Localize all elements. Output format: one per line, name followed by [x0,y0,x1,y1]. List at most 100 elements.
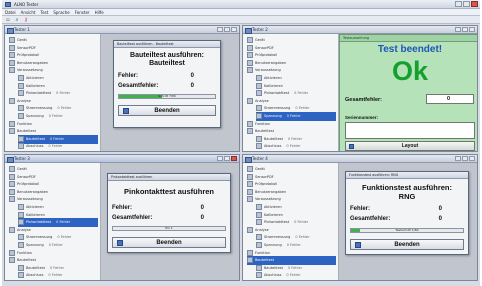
dialog-area: Funktionstest ausführen: RNG Funktionste… [339,163,477,280]
seriennummer-label: Seriennummer: [345,115,379,120]
new-icon[interactable]: ▫ [5,17,11,23]
beenden-button[interactable]: Beenden [112,237,226,248]
tree-item[interactable]: Abschluss 0 Fehler [18,271,63,280]
tree-node-icon [9,59,15,66]
pane-minimize-button[interactable] [217,27,223,32]
menu-item[interactable]: Hilfe [95,9,104,15]
pane-controls [217,27,237,32]
pane-maximize-button[interactable] [224,27,230,32]
pane-minimize-button[interactable] [455,27,461,32]
beenden-button[interactable]: Beenden [350,239,464,250]
test-finished-text: Test beendet! [377,44,443,55]
tree-item-label: SensorPDF [17,45,36,50]
dialog-area: Bauteiltest ausführen - Bauteiltest Baut… [101,34,239,151]
tree-node-icon [256,272,262,279]
result-panel: Testauswertung Test beendet! Ok Gesamtfe… [339,34,477,151]
menu-item[interactable]: Sprache [53,9,69,15]
tree-node-icon [18,143,24,150]
menu-bar: Datei Ansicht Test Sprache Fenster Hilfe [2,9,480,16]
tree-item-label: Voraussetzung [17,68,43,73]
key-icon[interactable]: ⚷ [23,17,29,23]
menu-item[interactable]: Ansicht [21,9,36,15]
menu-item[interactable]: Datei [5,9,16,15]
result-area: Testauswertung Test beendet! Ok Gesamtfe… [339,34,477,151]
tree-item-status: 0 Fehler [286,114,301,118]
tree-node-icon [18,242,24,248]
tree-item-label: Spannung [264,114,282,118]
dialog-area: Pinkontakttest ausführen Pinkontakttest … [101,163,239,280]
seriennummer-input[interactable] [345,122,475,139]
pane-controls [455,27,475,32]
tree-item-label: Abschluss [26,144,44,149]
beenden-button[interactable]: Beenden [118,105,216,116]
tree-node-icon [247,226,253,233]
pane-close-button[interactable] [469,27,475,32]
tree-item-label: Voraussetzung [17,197,43,202]
tree-node-icon [18,113,24,119]
tree-node-icon [256,135,262,142]
tree-item-label: Analyse [17,227,31,232]
tree-node-icon [256,219,262,226]
tree-node-icon [18,211,24,218]
pane-close-button[interactable] [469,156,475,161]
tree-item-label: Gerät [255,167,265,171]
tree-item-label: Benutzerangaben [17,189,49,194]
tree-node-icon [256,143,262,150]
tree-item-label: SensorPDF [255,45,274,50]
tree-item-label: Gerät [17,38,27,42]
menu-item[interactable]: Test [40,9,48,15]
tree-item[interactable]: Abschluss 0 Fehler [18,142,63,151]
tree-item[interactable]: Abschluss 0 Fehler [256,271,301,280]
maximize-button[interactable] [463,1,470,7]
test-dialog: Bauteiltest ausführen - Bauteiltest Baut… [113,40,221,128]
dialog-heading-line-1: Bauteiltest ausführen: [130,52,204,59]
pane-maximize-button[interactable] [462,156,468,161]
tree-node-icon [9,52,15,59]
tree-item-status: 0 Fehler [56,220,71,225]
app-icon [5,2,11,7]
test-dialog: Pinkontakttest ausführen Pinkontakttest … [107,173,231,253]
tree-item[interactable]: Abschluss 0 Fehler [256,142,301,151]
tree-item-label: Prüfprotokoll [17,53,40,58]
pane-title: Tester 4 [243,155,477,163]
gesamtfehler-label: Gesamtfehler: [350,216,391,222]
tree-item-label: Strommessung [26,106,53,111]
pane-minimize-button[interactable] [455,156,461,161]
tree-item-label: Strommessung [26,235,53,240]
tree-node-icon [256,82,262,89]
search-icon[interactable]: ⌕ [14,17,20,23]
tree-node-icon [18,204,24,210]
dialog-heading-line-2: Bauteiltest [149,60,185,67]
tree-item-label: Spannung [264,243,282,247]
dialog-heading: Bauteiltest ausführen: Bauteiltest [114,52,220,68]
close-button[interactable] [471,1,478,7]
tree-item-status: 0 Fehler [294,220,309,225]
tree-node-icon [9,257,15,264]
tree-node-icon [18,135,24,142]
pane-maximize-button[interactable] [462,27,468,32]
pane-maximize-button[interactable] [224,156,230,161]
pane-close-button[interactable] [231,156,237,161]
layout-button[interactable]: Layout [345,141,475,151]
beenden-label: Beenden [154,108,180,114]
tree-item-label: Bauteiltest [17,258,36,263]
tree-node-icon [256,105,262,112]
test-tree: Gerät SensorPDF Prüfprotokoll Benutzerangab… [5,34,101,151]
fehler-label: Fehler: [350,206,371,212]
tree-item-label: Bauteiltest [255,129,274,134]
tree-item-label: Kalibrieren [264,83,283,88]
tree-node-icon [247,181,253,188]
tree-node-icon [256,90,262,97]
tree-item-status: 0 Fehler [48,114,63,118]
tree-item-label: Bauteiltest [255,258,274,263]
tree-node-icon [9,67,15,74]
minimize-button[interactable] [455,1,462,7]
pane-close-button[interactable] [231,27,237,32]
tree-node-icon [18,272,24,279]
tree-node-icon [9,120,15,127]
tree-node-icon [9,128,15,135]
pane-minimize-button[interactable] [217,156,223,161]
tester-pane-2: Tester 2 Gerät SensorPDF Prüfprotokoll Benu… [242,25,478,152]
tree-item-status: 0 Fehler [286,273,301,278]
menu-item[interactable]: Fenster [75,9,90,15]
